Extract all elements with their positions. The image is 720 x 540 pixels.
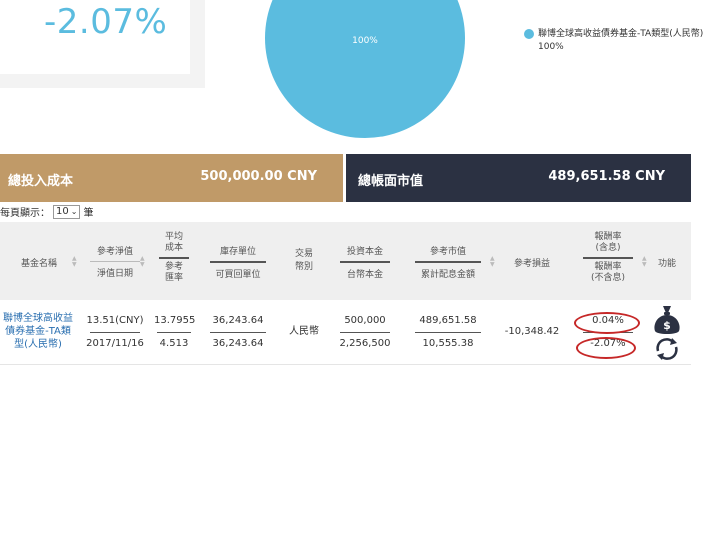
cell-currency: 人民幣 — [284, 321, 324, 343]
header-function: 功能 — [652, 256, 682, 269]
cell-divider — [415, 332, 481, 333]
currency-value: 人民幣 — [289, 326, 319, 337]
cell-divider — [210, 332, 266, 333]
header-return-excl-line2: (不含息) — [590, 273, 626, 283]
svg-text:$: $ — [663, 319, 671, 332]
avg-cost-value: 13.7955 — [154, 315, 196, 326]
cell-nav: 13.51(CNY) 2017/11/16 — [86, 310, 144, 355]
per-page-suffix: 筆 — [83, 208, 94, 219]
legend-item-label: 聯博全球高收益債券基金-TA類型(人民幣) 100% — [538, 29, 704, 52]
holdings-table-header: 基金名稱 ▲ ▼ 參考淨值 淨值日期 ▲ ▼ 平均 成本 參考 匯率 庫存單位 可買… — [0, 222, 691, 300]
header-fund-name-label: 基金名稱 — [20, 259, 57, 269]
table-row: 聯博全球高收益債券基金-TA類型(人民幣) 13.51(CNY) 2017/11… — [0, 300, 691, 365]
total-cost-bar: 總投入成本 500,000.00 CNY — [0, 154, 343, 202]
nav-value: 13.51(CNY) — [86, 315, 144, 326]
sort-arrows-icon[interactable]: ▲ ▼ — [72, 256, 77, 268]
header-avg-cost[interactable]: 平均 成本 參考 匯率 — [154, 232, 194, 284]
cell-divider — [90, 332, 140, 333]
header-return[interactable]: 報酬率 (含息) 報酬率 (不含息) — [576, 232, 640, 284]
header-nav-date-label: 淨值日期 — [96, 269, 133, 279]
header-avg-cost-line1: 平均 — [164, 232, 183, 242]
total-cost-label: 總投入成本 — [8, 174, 74, 189]
header-dividend-label: 累計配息金額 — [420, 270, 475, 280]
header-market-value-label: 參考市值 — [429, 247, 466, 257]
return-summary-inner: -2.07% — [0, 0, 190, 74]
header-invest[interactable]: 投資本金 台幣本金 — [334, 244, 396, 280]
money-bag-icon[interactable]: $ — [652, 304, 682, 336]
header-currency: 交易 幣別 — [284, 248, 324, 274]
header-pnl[interactable]: 參考損益 — [504, 256, 560, 269]
per-page-value: 10 — [56, 205, 69, 217]
cell-invest: 500,000 2,256,500 — [334, 310, 396, 355]
header-currency-line1: 交易 — [294, 249, 313, 259]
per-page-control: 每頁顯示： 10 ⌄ 筆 — [0, 204, 93, 219]
header-avg-cost-line2: 成本 — [164, 243, 183, 253]
pie-legend: 聯博全球高收益債券基金-TA類型(人民幣) 100% — [524, 28, 714, 54]
legend-color-dot — [524, 29, 534, 39]
sort-arrows-icon[interactable]: ▲ ▼ — [642, 256, 647, 268]
cell-units: 36,243.64 36,243.64 — [204, 310, 272, 355]
redeemable-value: 36,243.64 — [212, 338, 264, 349]
header-market-value[interactable]: 參考市值 累計配息金額 — [408, 244, 488, 280]
header-units[interactable]: 庫存單位 可買回單位 — [204, 244, 272, 280]
highlight-circle-annotation — [574, 312, 640, 334]
cell-avg-cost: 13.7955 4.513 — [154, 310, 196, 355]
return-summary-card: -2.07% — [0, 0, 205, 88]
total-market-value-bar: 總帳面市值 489,651.58 CNY — [346, 154, 691, 202]
total-cost-value: 500,000.00 CNY — [200, 169, 317, 184]
header-pnl-label: 參考損益 — [513, 259, 550, 269]
highlight-circle-annotation — [576, 337, 636, 359]
dividend-value: 10,555.38 — [422, 338, 474, 349]
sort-arrows-icon[interactable]: ▲ ▼ — [490, 256, 495, 268]
header-currency-line2: 幣別 — [294, 262, 313, 272]
sort-arrows-icon[interactable]: ▲ ▼ — [140, 256, 145, 268]
header-return-incl-line2: (含息) — [595, 243, 621, 253]
header-divider — [210, 261, 266, 263]
header-invest-label: 投資本金 — [346, 247, 383, 257]
header-divider — [90, 261, 140, 262]
per-page-select[interactable]: 10 ⌄ — [53, 204, 81, 219]
cell-divider — [157, 332, 191, 333]
header-return-incl-line1: 報酬率 — [594, 232, 622, 242]
market-value-value: 489,651.58 — [419, 315, 477, 326]
header-ref-rate-line2: 匯率 — [164, 273, 183, 283]
header-fund-name[interactable]: 基金名稱 — [10, 256, 68, 269]
per-page-prefix: 每頁顯示： — [0, 208, 50, 219]
total-market-value-label: 總帳面市值 — [358, 174, 424, 189]
units-value: 36,243.64 — [212, 315, 264, 326]
header-nav[interactable]: 參考淨值 淨值日期 — [86, 244, 144, 279]
twd-value: 2,256,500 — [339, 338, 391, 349]
header-function-label: 功能 — [657, 259, 676, 269]
header-twd-label: 台幣本金 — [346, 270, 383, 280]
chevron-down-icon: ⌄ — [70, 206, 78, 216]
pie-slice-label: 100% — [352, 36, 378, 46]
pnl-value: -10,348.42 — [504, 326, 560, 337]
fund-name-link[interactable]: 聯博全球高收益債券基金-TA類型(人民幣) — [2, 312, 74, 351]
cell-market-value: 489,651.58 10,555.38 — [408, 310, 488, 355]
allocation-pie-chart: 100% — [265, 0, 465, 138]
header-divider — [159, 257, 189, 259]
header-divider — [583, 257, 633, 259]
invest-value: 500,000 — [344, 315, 386, 326]
header-ref-rate-line1: 參考 — [164, 262, 183, 272]
cell-divider — [340, 332, 390, 333]
total-market-value-value: 489,651.58 CNY — [548, 169, 665, 184]
ref-rate-value: 4.513 — [159, 338, 189, 349]
header-return-excl-line1: 報酬率 — [594, 262, 622, 272]
redeem-cycle-icon[interactable] — [653, 336, 681, 362]
header-divider — [415, 261, 481, 263]
header-redeemable-label: 可買回單位 — [215, 270, 261, 280]
header-nav-label: 參考淨值 — [96, 247, 133, 257]
header-units-label: 庫存單位 — [219, 247, 256, 257]
cell-pnl: -10,348.42 — [502, 321, 562, 343]
total-return-value: -2.07% — [44, 2, 168, 42]
nav-date-value: 2017/11/16 — [86, 338, 144, 349]
header-divider — [340, 261, 390, 263]
